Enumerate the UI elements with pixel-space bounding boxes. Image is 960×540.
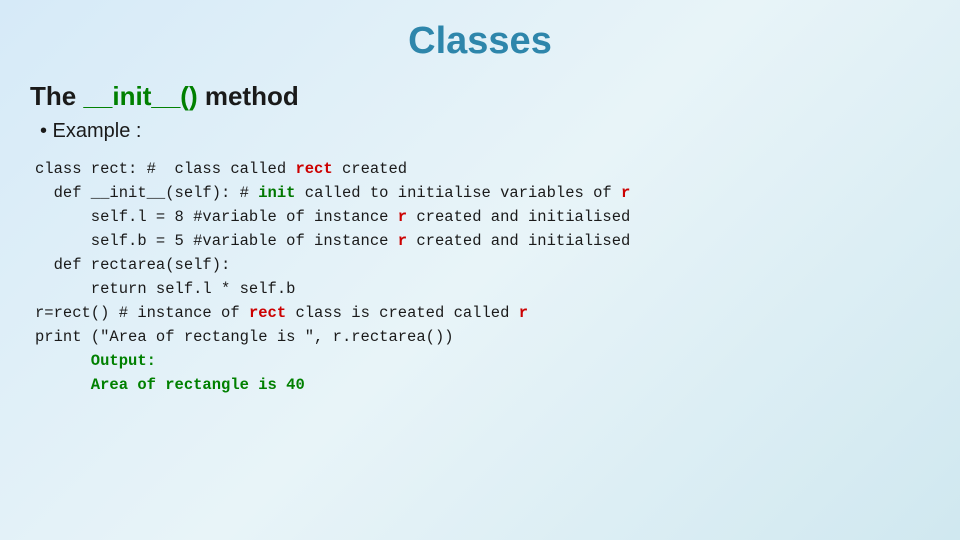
code-line-5: def rectarea(self): xyxy=(35,253,930,277)
code-line-1-red: rect xyxy=(295,160,332,178)
code-line-3-red: r xyxy=(398,208,407,226)
page-container: Classes The __init__() method • Example … xyxy=(0,0,960,540)
code-line-3: self.l = 8 #variable of instance r creat… xyxy=(35,205,930,229)
code-line-3-pre: self.l = 8 #variable of instance xyxy=(35,208,398,226)
subtitle-method: __init__() xyxy=(83,81,197,111)
code-line-7: r=rect() # instance of rect class is cre… xyxy=(35,301,930,325)
code-line-1-pre: class rect: # class called xyxy=(35,160,295,178)
code-line-3-end: created and initialised xyxy=(407,208,630,226)
code-line-4-pre: self.b = 5 #variable of instance xyxy=(35,232,398,250)
code-line-1: class rect: # class called rect created xyxy=(35,157,930,181)
code-line-7-red: rect xyxy=(249,304,286,322)
subtitle-suffix: method xyxy=(198,81,299,111)
code-line-2-green: init xyxy=(258,184,295,202)
code-line-8: print ("Area of rectangle is ", r.rectar… xyxy=(35,325,930,349)
code-line-7-red2: r xyxy=(519,304,528,322)
code-line-5-text: def rectarea(self): xyxy=(35,256,230,274)
code-output-label: Output: xyxy=(35,349,930,373)
output-value-text: Area of rectangle is 40 xyxy=(35,376,305,394)
code-line-1-end: created xyxy=(333,160,407,178)
code-line-6-text: return self.l * self.b xyxy=(35,280,295,298)
subtitle: The __init__() method xyxy=(30,81,930,112)
bullet-point: • Example : xyxy=(40,120,930,143)
code-line-2-red: r xyxy=(621,184,630,202)
subtitle-prefix: The xyxy=(30,81,83,111)
page-title: Classes xyxy=(30,20,930,63)
code-line-8-text: print ("Area of rectangle is ", r.rectar… xyxy=(35,328,454,346)
code-line-4-end: created and initialised xyxy=(407,232,630,250)
code-line-7-pre: r=rect() # instance of xyxy=(35,304,249,322)
code-line-4: self.b = 5 #variable of instance r creat… xyxy=(35,229,930,253)
code-line-2-pre: def __init__(self): # xyxy=(35,184,258,202)
code-line-2: def __init__(self): # init called to ini… xyxy=(35,181,930,205)
code-line-6: return self.l * self.b xyxy=(35,277,930,301)
code-block: class rect: # class called rect created … xyxy=(35,157,930,397)
code-line-2-mid: called to initialise variables of xyxy=(295,184,621,202)
code-line-4-red: r xyxy=(398,232,407,250)
code-output-value: Area of rectangle is 40 xyxy=(35,373,930,397)
code-line-7-mid: class is created called xyxy=(286,304,519,322)
output-label-text: Output: xyxy=(35,352,156,370)
